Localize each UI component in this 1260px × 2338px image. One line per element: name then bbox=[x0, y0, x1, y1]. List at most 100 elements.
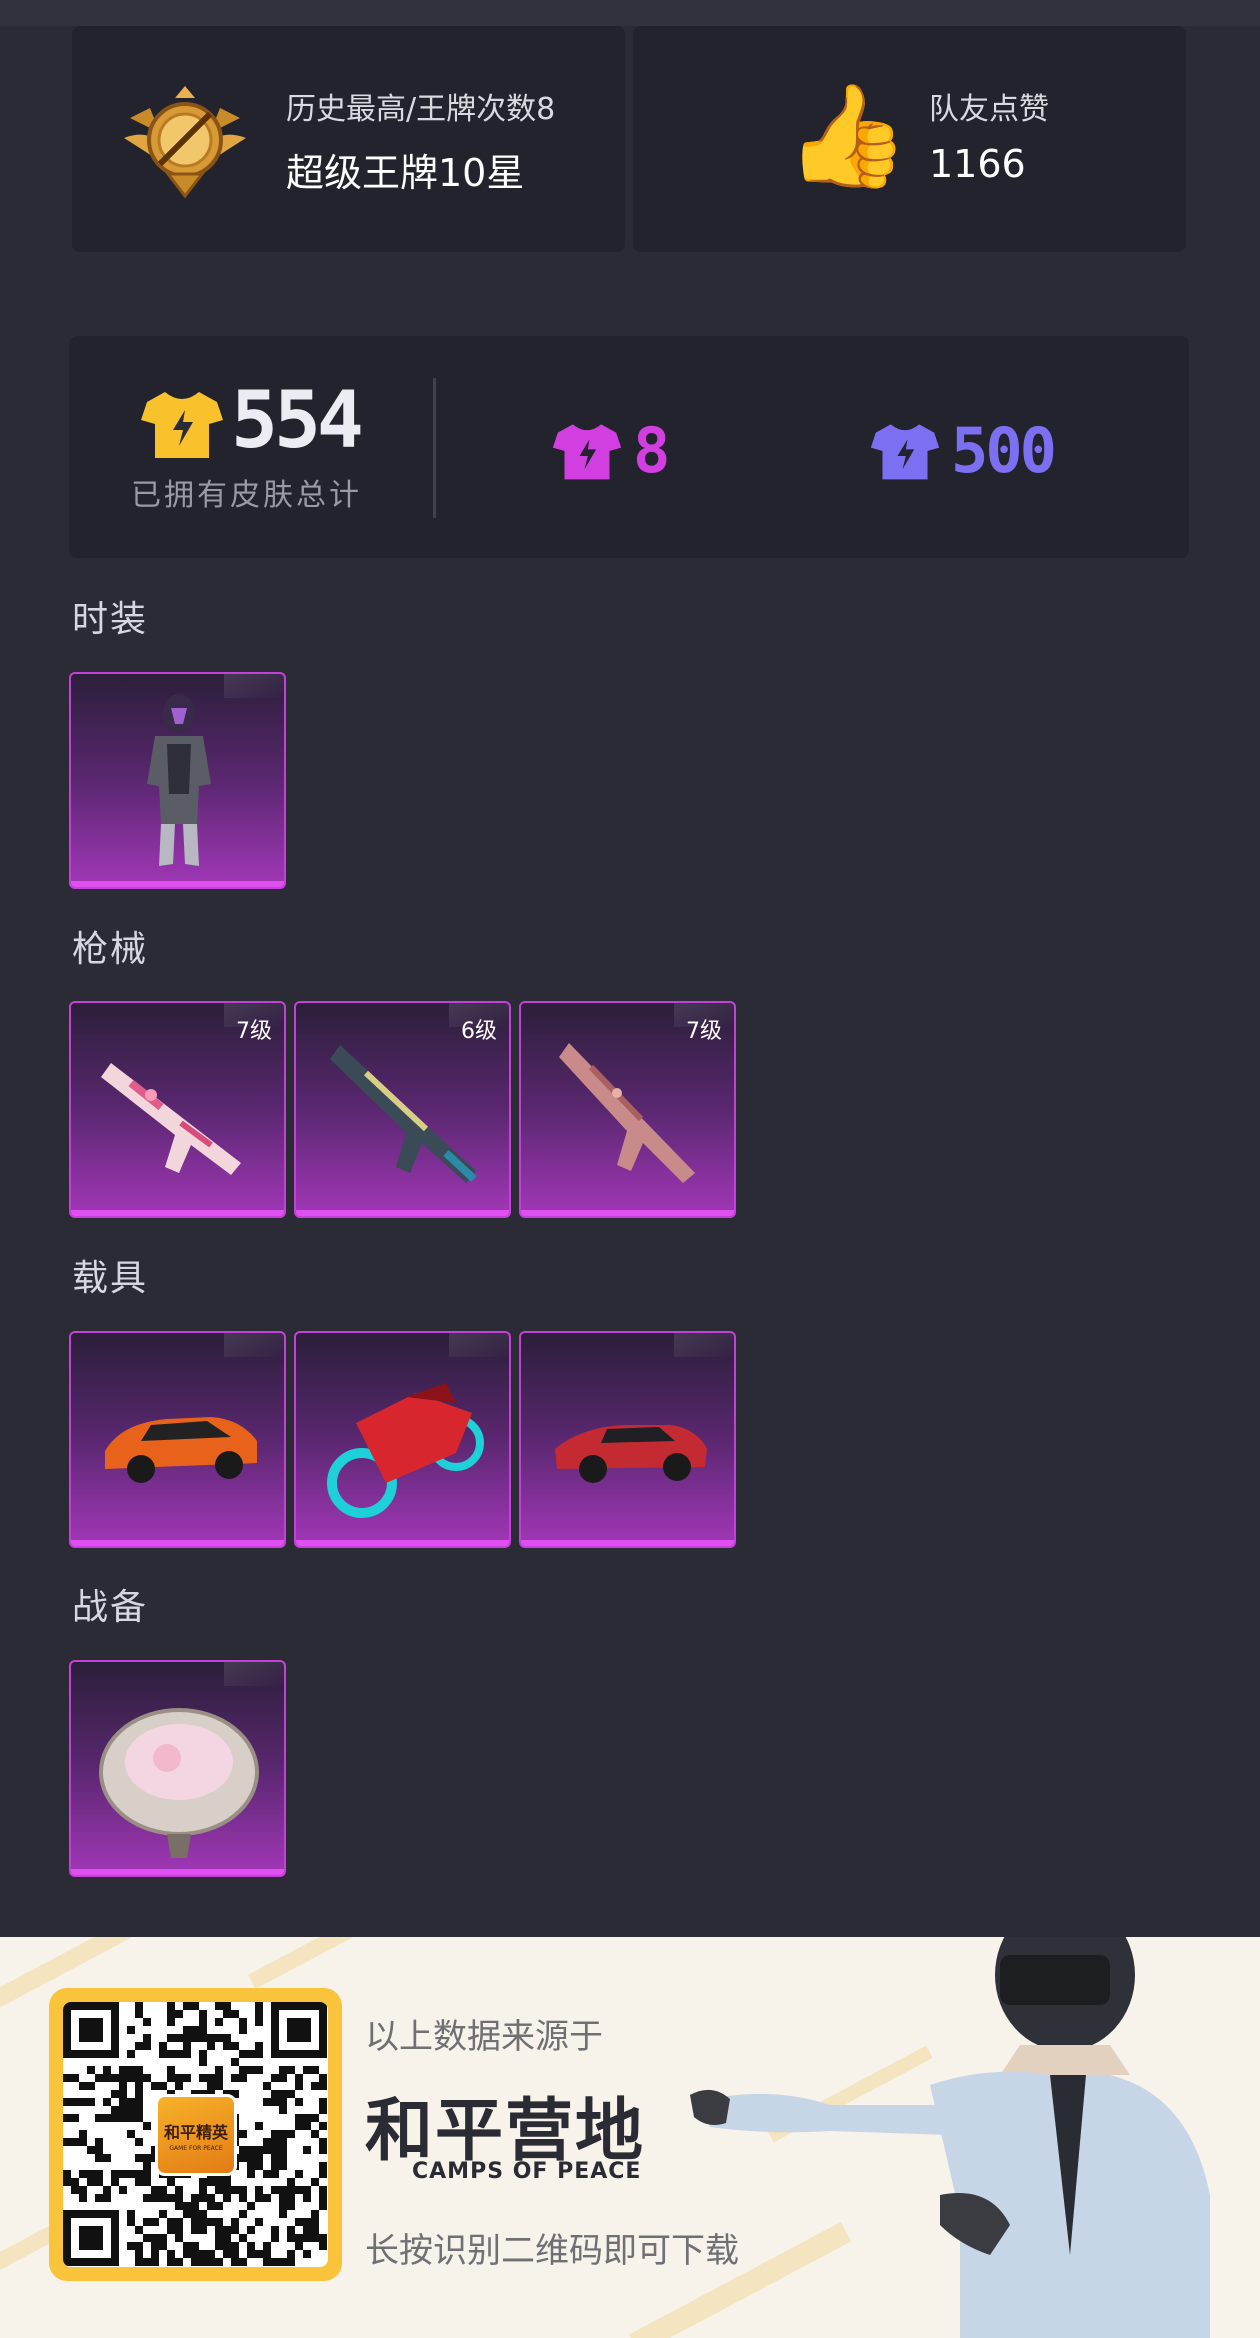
qr-module bbox=[231, 2242, 239, 2250]
qr-module bbox=[319, 2106, 327, 2114]
pan-image bbox=[99, 1708, 259, 1858]
qr-module bbox=[239, 2026, 247, 2034]
qr-module bbox=[231, 2226, 239, 2234]
qr-module bbox=[127, 2050, 135, 2058]
qr-module bbox=[287, 2066, 295, 2074]
qr-module bbox=[247, 2154, 255, 2162]
divider bbox=[433, 378, 436, 518]
qr-module bbox=[175, 2050, 183, 2058]
qr-module bbox=[271, 2154, 279, 2162]
item-outfit[interactable] bbox=[69, 672, 286, 889]
qr-module bbox=[159, 2194, 167, 2202]
qr-module bbox=[215, 2074, 223, 2082]
qr-module bbox=[159, 2210, 167, 2218]
qr-finder bbox=[287, 2018, 311, 2042]
qr-module bbox=[215, 2234, 223, 2242]
item-rifle-2[interactable]: 6级 bbox=[294, 1001, 511, 1218]
qr-module bbox=[207, 2082, 215, 2090]
qr-module bbox=[255, 2018, 263, 2026]
qr-module bbox=[223, 2178, 231, 2186]
section-title-equipment: 战备 bbox=[72, 1587, 149, 1628]
qr-module bbox=[119, 2090, 127, 2098]
qr-module bbox=[223, 2002, 231, 2010]
qr-module bbox=[311, 2234, 319, 2242]
qr-module bbox=[151, 2082, 159, 2090]
item-car-red[interactable] bbox=[519, 1331, 736, 1548]
qr-module bbox=[271, 2234, 279, 2242]
qr-module bbox=[103, 2114, 111, 2122]
qr-module bbox=[279, 2098, 287, 2106]
qr-badge-title: 和平精英 bbox=[163, 2122, 228, 2142]
qr-module bbox=[111, 2090, 119, 2098]
qr-module bbox=[215, 2034, 223, 2042]
qr-module bbox=[303, 2250, 311, 2258]
qr-module bbox=[191, 2218, 199, 2226]
qr-module bbox=[223, 2194, 231, 2202]
item-car-orange[interactable] bbox=[69, 1331, 286, 1548]
qr-module bbox=[263, 2170, 271, 2178]
qr-module bbox=[255, 2050, 263, 2058]
qr-module bbox=[263, 2242, 271, 2250]
game-logo-icon: 和平精英 GAME FOR PEACE bbox=[155, 2094, 237, 2176]
tshirt-purple-icon bbox=[870, 423, 940, 479]
qr-module bbox=[95, 2178, 103, 2186]
qr-module bbox=[95, 2194, 103, 2202]
qr-module bbox=[231, 2058, 239, 2066]
item-pan[interactable] bbox=[69, 1660, 286, 1877]
qr-module bbox=[295, 2074, 303, 2082]
qr-module bbox=[255, 2010, 263, 2018]
qr-module bbox=[159, 2050, 167, 2058]
qr-module bbox=[287, 2186, 295, 2194]
qr-module bbox=[167, 2074, 175, 2082]
qr-module bbox=[175, 2234, 183, 2242]
qr-module bbox=[95, 2170, 103, 2178]
qr-module bbox=[175, 2218, 183, 2226]
skins-summary-card[interactable]: 554 已拥有皮肤总计 8 500 bbox=[69, 336, 1189, 558]
item-motorcycle-red[interactable] bbox=[294, 1331, 511, 1548]
item-rifle-1[interactable]: 7级 bbox=[69, 1001, 286, 1218]
qr-module bbox=[63, 2170, 71, 2178]
qr-module bbox=[215, 2082, 223, 2090]
qr-module bbox=[135, 2090, 143, 2098]
qr-module bbox=[167, 2226, 175, 2234]
qr-module bbox=[95, 2146, 103, 2154]
qr-module bbox=[311, 2130, 319, 2138]
section-title-outfits: 时装 bbox=[72, 599, 149, 640]
likes-card[interactable]: 👍 队友点赞 1166 bbox=[633, 26, 1186, 252]
rank-title: 超级王牌10星 bbox=[286, 151, 525, 195]
qr-module bbox=[175, 2074, 183, 2082]
qr-module bbox=[127, 2170, 135, 2178]
qr-module bbox=[135, 2178, 143, 2186]
qr-module bbox=[215, 2218, 223, 2226]
qr-module bbox=[167, 2194, 175, 2202]
qr-module bbox=[175, 2226, 183, 2234]
qr-module bbox=[231, 2042, 239, 2050]
qr-module bbox=[135, 2002, 143, 2010]
qr-module bbox=[183, 2034, 191, 2042]
qr-module bbox=[103, 2186, 111, 2194]
qr-module bbox=[71, 2098, 79, 2106]
qr-module bbox=[119, 2170, 127, 2178]
qr-module bbox=[207, 2074, 215, 2082]
item-rifle-3[interactable]: 7级 bbox=[519, 1001, 736, 1218]
qr-module bbox=[215, 2258, 223, 2266]
qr-module bbox=[63, 2098, 71, 2106]
data-source-text: 以上数据来源于 bbox=[365, 2017, 603, 2057]
qr-module bbox=[103, 2098, 111, 2106]
qr-module bbox=[183, 2250, 191, 2258]
qr-module bbox=[119, 2098, 127, 2106]
qr-module bbox=[311, 2210, 319, 2218]
qr-module bbox=[239, 2018, 247, 2026]
rank-card[interactable]: 历史最高/王牌次数8 超级王牌10星 bbox=[72, 26, 625, 252]
qr-module bbox=[199, 2250, 207, 2258]
qr-module bbox=[247, 2066, 255, 2074]
qr-module bbox=[151, 2258, 159, 2266]
qr-code[interactable]: 和平精英 GAME FOR PEACE bbox=[49, 1988, 342, 2281]
qr-module bbox=[247, 2226, 255, 2234]
qr-module bbox=[87, 2170, 95, 2178]
qr-module bbox=[295, 2242, 303, 2250]
skin-total-value: 554 bbox=[231, 376, 364, 466]
qr-module bbox=[135, 2010, 143, 2018]
qr-module bbox=[223, 2010, 231, 2018]
qr-module bbox=[87, 2178, 95, 2186]
